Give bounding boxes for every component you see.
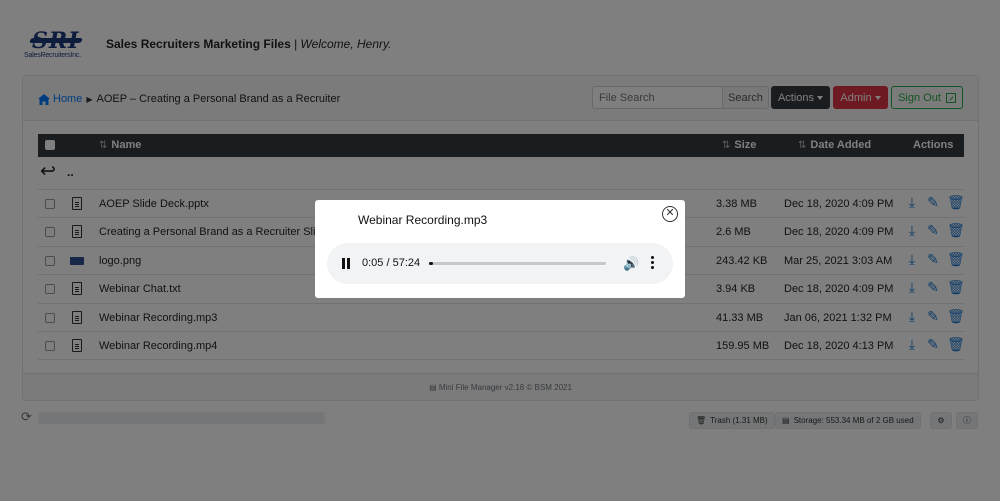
more-options-icon[interactable]: [651, 256, 654, 269]
audio-player: 0:05 / 57:24 🔊: [327, 243, 673, 284]
audio-preview-modal: Webinar Recording.mp3 ✕ 0:05 / 57:24 🔊: [315, 200, 685, 298]
volume-icon[interactable]: 🔊: [623, 256, 639, 272]
seek-bar-fill: [429, 262, 433, 265]
pause-icon[interactable]: [342, 258, 351, 269]
modal-title: Webinar Recording.mp3: [358, 213, 488, 227]
playback-time: 0:05 / 57:24: [362, 257, 421, 269]
close-icon[interactable]: ✕: [662, 206, 678, 222]
seek-bar[interactable]: [429, 262, 606, 265]
